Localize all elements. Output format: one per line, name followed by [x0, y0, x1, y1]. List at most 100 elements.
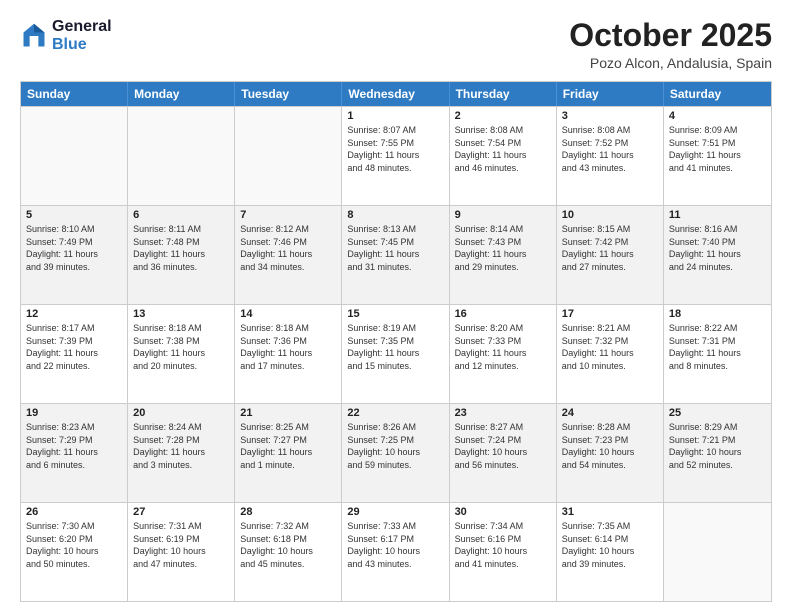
day-cell-29: 29Sunrise: 7:33 AM Sunset: 6:17 PM Dayli…	[342, 503, 449, 601]
header-tuesday: Tuesday	[235, 82, 342, 106]
day-info-13: Sunrise: 8:18 AM Sunset: 7:38 PM Dayligh…	[133, 322, 229, 372]
day-cell-26: 26 Sunrise: 7:30 AM Sunset: 6:20 PM Dayli…	[21, 503, 128, 601]
day-cell-2: 2 Sunrise: 8:08 AM Sunset: 7:54 PM Daylig…	[450, 107, 557, 205]
header-thursday: Thursday	[450, 82, 557, 106]
day-info-18: Sunrise: 8:22 AM Sunset: 7:31 PM Dayligh…	[669, 322, 766, 372]
week-row-5: 26 Sunrise: 7:30 AM Sunset: 6:20 PM Dayli…	[21, 502, 771, 601]
day-info-31: Sunrise: 7:35 AM Sunset: 6:14 PM Dayligh…	[562, 520, 658, 570]
day-cell-31: 31 Sunrise: 7:35 AM Sunset: 6:14 PM Dayli…	[557, 503, 664, 601]
day-info-2: Sunrise: 8:08 AM Sunset: 7:54 PM Dayligh…	[455, 124, 551, 174]
day-cell-24: 24 Sunrise: 8:28 AM Sunset: 7:23 PM Dayli…	[557, 404, 664, 502]
day-cell-18: 18 Sunrise: 8:22 AM Sunset: 7:31 PM Dayli…	[664, 305, 771, 403]
day-number-26: 26	[26, 506, 122, 518]
day-number-6: 6	[133, 209, 229, 221]
day-number-15: 15	[347, 308, 443, 320]
day-info-8: Sunrise: 8:13 AM Sunset: 7:45 PM Dayligh…	[347, 223, 443, 273]
day-cell-14: 14Sunrise: 8:18 AM Sunset: 7:36 PM Dayli…	[235, 305, 342, 403]
week-row-1: 1 Sunrise: 8:07 AM Sunset: 7:55 PM Daylig…	[21, 106, 771, 205]
day-number-1: 1	[347, 110, 443, 122]
day-info-24: Sunrise: 8:28 AM Sunset: 7:23 PM Dayligh…	[562, 421, 658, 471]
day-info-20: Sunrise: 8:24 AM Sunset: 7:28 PM Dayligh…	[133, 421, 229, 471]
day-info-21: Sunrise: 8:25 AM Sunset: 7:27 PM Dayligh…	[240, 421, 336, 471]
day-info-19: Sunrise: 8:23 AM Sunset: 7:29 PM Dayligh…	[26, 421, 122, 471]
header-wednesday: Wednesday	[342, 82, 449, 106]
day-number-23: 23	[455, 407, 551, 419]
day-cell-28: 28Sunrise: 7:32 AM Sunset: 6:18 PM Dayli…	[235, 503, 342, 601]
day-cell-21: 21 Sunrise: 8:25 AM Sunset: 7:27 PM Dayli…	[235, 404, 342, 502]
empty-cell	[235, 107, 342, 205]
day-cell-1: 1 Sunrise: 8:07 AM Sunset: 7:55 PM Daylig…	[342, 107, 449, 205]
day-info-12: Sunrise: 8:17 AM Sunset: 7:39 PM Dayligh…	[26, 322, 122, 372]
day-info-23: Sunrise: 8:27 AM Sunset: 7:24 PM Dayligh…	[455, 421, 551, 471]
day-number-4: 4	[669, 110, 766, 122]
location: Pozo Alcon, Andalusia, Spain	[569, 55, 772, 71]
header-monday: Monday	[128, 82, 235, 106]
day-number-20: 20	[133, 407, 229, 419]
day-info-15: Sunrise: 8:19 AM Sunset: 7:35 PM Dayligh…	[347, 322, 443, 372]
day-cell-15: 15 Sunrise: 8:19 AM Sunset: 7:35 PM Dayli…	[342, 305, 449, 403]
day-info-26: Sunrise: 7:30 AM Sunset: 6:20 PM Dayligh…	[26, 520, 122, 570]
day-cell-27: 27Sunrise: 7:31 AM Sunset: 6:19 PM Dayli…	[128, 503, 235, 601]
day-info-6: Sunrise: 8:11 AM Sunset: 7:48 PM Dayligh…	[133, 223, 229, 273]
day-number-9: 9	[455, 209, 551, 221]
day-number-18: 18	[669, 308, 766, 320]
empty-cell	[21, 107, 128, 205]
calendar-body: 1 Sunrise: 8:07 AM Sunset: 7:55 PM Daylig…	[21, 106, 771, 601]
page: General Blue October 2025 Pozo Alcon, An…	[0, 0, 792, 612]
day-number-30: 30	[455, 506, 551, 518]
empty-cell	[664, 503, 771, 601]
day-info-16: Sunrise: 8:20 AM Sunset: 7:33 PM Dayligh…	[455, 322, 551, 372]
day-cell-30: 30 Sunrise: 7:34 AM Sunset: 6:16 PM Dayli…	[450, 503, 557, 601]
day-info-11: Sunrise: 8:16 AM Sunset: 7:40 PM Dayligh…	[669, 223, 766, 273]
empty-cell	[128, 107, 235, 205]
day-number-24: 24	[562, 407, 658, 419]
day-info-10: Sunrise: 8:15 AM Sunset: 7:42 PM Dayligh…	[562, 223, 658, 273]
month-title: October 2025	[569, 18, 772, 53]
day-info-17: Sunrise: 8:21 AM Sunset: 7:32 PM Dayligh…	[562, 322, 658, 372]
day-info-30: Sunrise: 7:34 AM Sunset: 6:16 PM Dayligh…	[455, 520, 551, 570]
day-cell-19: 19 Sunrise: 8:23 AM Sunset: 7:29 PM Dayli…	[21, 404, 128, 502]
calendar: Sunday Monday Tuesday Wednesday Thursday…	[20, 81, 772, 602]
week-row-4: 19 Sunrise: 8:23 AM Sunset: 7:29 PM Dayli…	[21, 403, 771, 502]
day-number-7: 7	[240, 209, 336, 221]
day-info-9: Sunrise: 8:14 AM Sunset: 7:43 PM Dayligh…	[455, 223, 551, 273]
day-number-31: 31	[562, 506, 658, 518]
day-number-13: 13	[133, 308, 229, 320]
day-info-5: Sunrise: 8:10 AM Sunset: 7:49 PM Dayligh…	[26, 223, 122, 273]
header: General Blue October 2025 Pozo Alcon, An…	[20, 18, 772, 71]
logo-icon	[20, 22, 48, 50]
day-number-25: 25	[669, 407, 766, 419]
day-info-25: Sunrise: 8:29 AM Sunset: 7:21 PM Dayligh…	[669, 421, 766, 471]
day-number-3: 3	[562, 110, 658, 122]
day-number-2: 2	[455, 110, 551, 122]
day-info-1: Sunrise: 8:07 AM Sunset: 7:55 PM Dayligh…	[347, 124, 443, 174]
calendar-header: Sunday Monday Tuesday Wednesday Thursday…	[21, 82, 771, 106]
day-cell-6: 6 Sunrise: 8:11 AM Sunset: 7:48 PM Daylig…	[128, 206, 235, 304]
title-block: October 2025 Pozo Alcon, Andalusia, Spai…	[569, 18, 772, 71]
day-number-12: 12	[26, 308, 122, 320]
day-info-27: Sunrise: 7:31 AM Sunset: 6:19 PM Dayligh…	[133, 520, 229, 570]
day-cell-17: 17 Sunrise: 8:21 AM Sunset: 7:32 PM Dayli…	[557, 305, 664, 403]
day-number-16: 16	[455, 308, 551, 320]
week-row-2: 5 Sunrise: 8:10 AM Sunset: 7:49 PM Daylig…	[21, 205, 771, 304]
logo-text: General Blue	[52, 18, 112, 54]
day-cell-11: 11 Sunrise: 8:16 AM Sunset: 7:40 PM Dayli…	[664, 206, 771, 304]
day-cell-9: 9 Sunrise: 8:14 AM Sunset: 7:43 PM Daylig…	[450, 206, 557, 304]
day-cell-20: 20 Sunrise: 8:24 AM Sunset: 7:28 PM Dayli…	[128, 404, 235, 502]
day-cell-25: 25 Sunrise: 8:29 AM Sunset: 7:21 PM Dayli…	[664, 404, 771, 502]
day-number-11: 11	[669, 209, 766, 221]
day-info-29: Sunrise: 7:33 AM Sunset: 6:17 PM Dayligh…	[347, 520, 443, 570]
day-cell-3: 3 Sunrise: 8:08 AM Sunset: 7:52 PM Daylig…	[557, 107, 664, 205]
logo: General Blue	[20, 18, 112, 54]
day-info-3: Sunrise: 8:08 AM Sunset: 7:52 PM Dayligh…	[562, 124, 658, 174]
day-number-17: 17	[562, 308, 658, 320]
day-number-5: 5	[26, 209, 122, 221]
day-cell-10: 10Sunrise: 8:15 AM Sunset: 7:42 PM Dayli…	[557, 206, 664, 304]
header-sunday: Sunday	[21, 82, 128, 106]
day-number-19: 19	[26, 407, 122, 419]
day-info-7: Sunrise: 8:12 AM Sunset: 7:46 PM Dayligh…	[240, 223, 336, 273]
day-info-4: Sunrise: 8:09 AM Sunset: 7:51 PM Dayligh…	[669, 124, 766, 174]
day-cell-23: 23 Sunrise: 8:27 AM Sunset: 7:24 PM Dayli…	[450, 404, 557, 502]
day-number-21: 21	[240, 407, 336, 419]
day-cell-22: 22Sunrise: 8:26 AM Sunset: 7:25 PM Dayli…	[342, 404, 449, 502]
